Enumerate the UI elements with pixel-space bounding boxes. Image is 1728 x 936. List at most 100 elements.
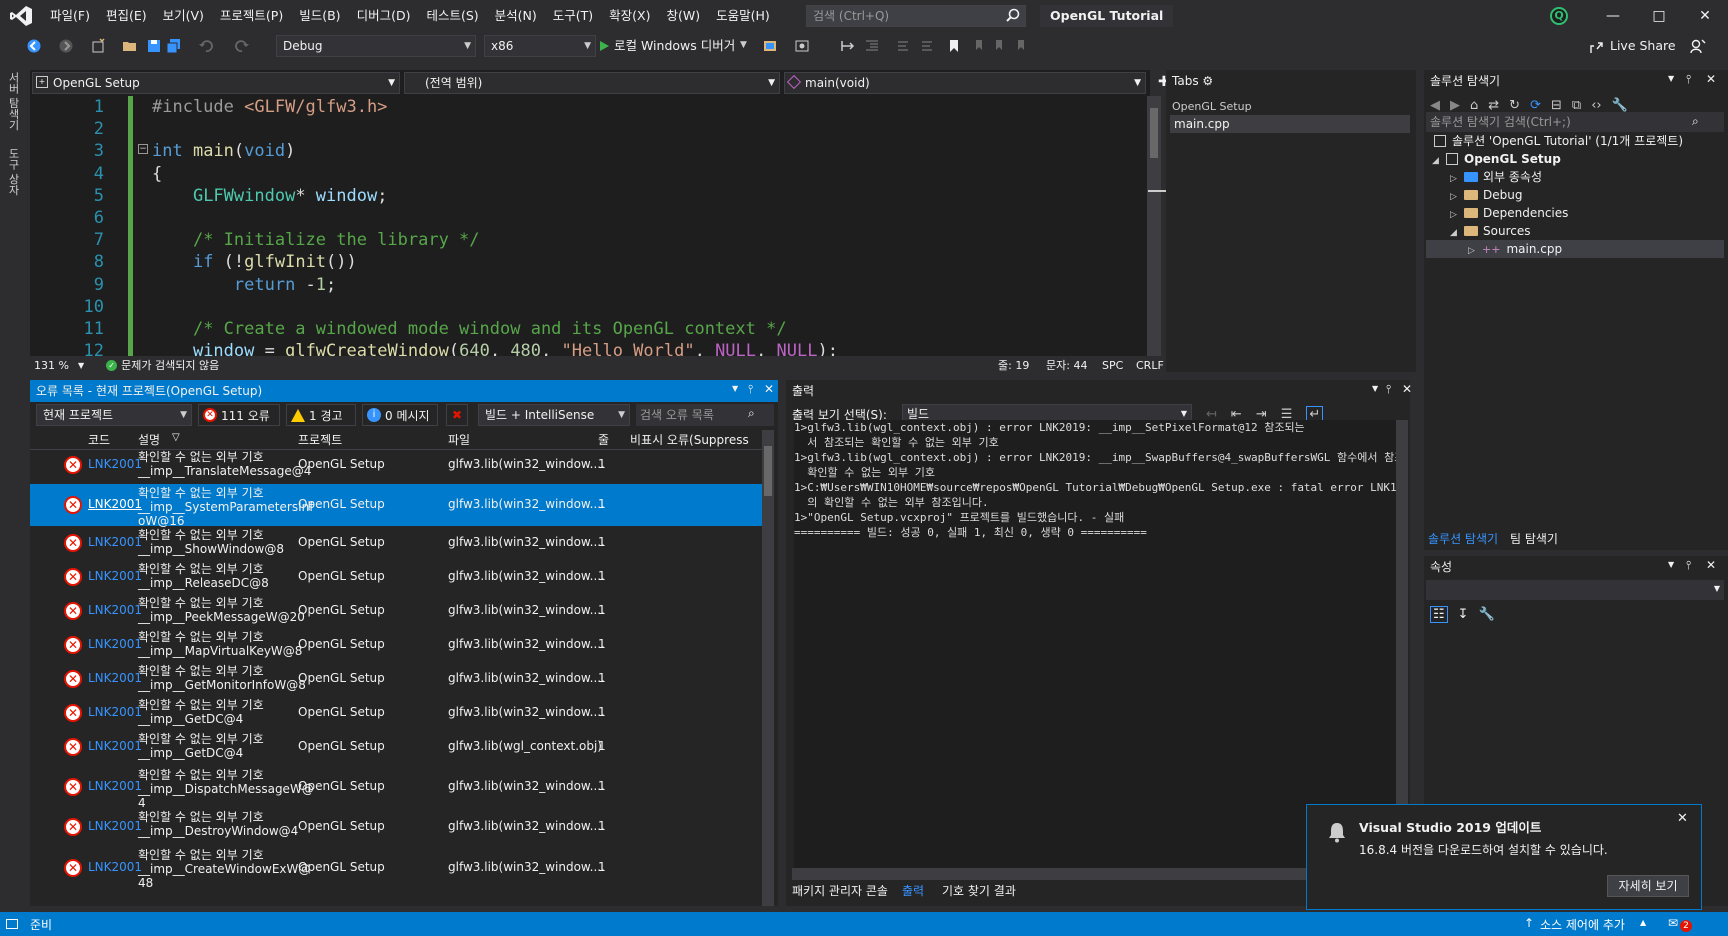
home-icon[interactable]: ⌂	[1470, 98, 1478, 113]
error-row[interactable]: ✕ LNK2001 OpenGL Setup glfw3.lib(win32_wind…	[30, 594, 762, 628]
error-code-link[interactable]: LNK2001	[88, 457, 142, 471]
error-row[interactable]: ✕ LNK2001 OpenGL Setup glfw3.lib(win32_wind…	[30, 696, 762, 730]
uncomment-icon[interactable]	[918, 38, 934, 54]
redo-icon[interactable]	[234, 38, 250, 54]
error-code-link[interactable]: LNK2001	[88, 535, 142, 549]
line-indicator[interactable]: 줄: 19	[998, 357, 1029, 373]
close-window-button[interactable]: ✕	[1682, 0, 1728, 32]
error-row[interactable]: ✕ LNK2001 OpenGL Setup glfw3.lib(win32_wind…	[30, 526, 762, 560]
menu-help[interactable]: 도움말(H)	[708, 0, 778, 32]
chevron-down-icon[interactable]: ▼	[1668, 74, 1674, 83]
member-nav-select[interactable]: main(void) ▼	[784, 72, 1146, 94]
error-code-link[interactable]: LNK2001	[88, 739, 142, 753]
error-row[interactable]: ✕ LNK2001 OpenGL Setup glfw3.lib(win32_wind…	[30, 662, 762, 696]
tab-team-explorer[interactable]: 팀 탐색기	[1510, 530, 1558, 547]
pin-icon[interactable]: ⫯	[1686, 558, 1691, 573]
solution-platform-select[interactable]: x86 ▼	[484, 35, 596, 57]
error-list-scrollbar[interactable]	[762, 430, 774, 906]
menu-file[interactable]: 파일(F)	[42, 0, 98, 32]
error-row[interactable]: ✕ LNK2001 OpenGL Setup glfw3.lib(wgl_contex…	[30, 730, 762, 764]
close-icon[interactable]: ✕	[1706, 72, 1716, 86]
whitespace-indicator[interactable]: SPC	[1102, 359, 1123, 372]
search-input[interactable]: 검색 (Ctrl+Q)	[806, 5, 1026, 27]
next-bookmark-icon[interactable]	[992, 38, 1008, 54]
menu-tools[interactable]: 도구(T)	[545, 0, 601, 32]
error-row[interactable]: ✕ LNK2001 OpenGL Setup glfw3.lib(win32_wind…	[30, 766, 762, 810]
collapse-icon[interactable]: −	[138, 144, 148, 154]
tree-item-external-dependencies[interactable]: ▷ 외부 종속성	[1450, 168, 1542, 186]
output-text[interactable]: 1>glfw3.lib(wgl_context.obj) : error LNK…	[794, 420, 1404, 870]
zoom-level[interactable]: 131 %	[34, 359, 78, 372]
scope-nav-select[interactable]: (전역 범위) ▼	[404, 72, 780, 94]
solution-search-input[interactable]: 솔루션 탐색기 검색(Ctrl+;)	[1426, 112, 1724, 132]
menu-window[interactable]: 창(W)	[658, 0, 708, 32]
error-code-link[interactable]: LNK2001	[88, 637, 142, 651]
error-code-link[interactable]: LNK2001	[88, 860, 142, 874]
save-icon[interactable]	[146, 38, 162, 54]
tree-item-debug[interactable]: ▷ Debug	[1450, 186, 1522, 204]
filter-build-errors-icon[interactable]: ✖	[446, 404, 468, 426]
error-source-select[interactable]: 빌드 + IntelliSense ▼	[478, 404, 630, 426]
error-row[interactable]: ✕ LNK2001 OpenGL Setup glfw3.lib(win32_wind…	[30, 448, 762, 482]
undo-icon[interactable]	[198, 38, 214, 54]
tab-find-symbol-results[interactable]: 기호 찾기 결과	[942, 882, 1016, 899]
pin-icon[interactable]: ⫯	[1386, 382, 1391, 397]
output-hscrollbar[interactable]	[792, 868, 1392, 880]
solution-configuration-select[interactable]: Debug ▼	[276, 35, 476, 57]
search-icon[interactable]: ⌕	[748, 406, 755, 421]
properties-wrench-icon[interactable]: 🔧	[1612, 98, 1628, 113]
refresh-icon[interactable]: ⟳	[1530, 98, 1541, 113]
issues-status[interactable]: 문제가 검색되지 않음	[121, 357, 219, 373]
scrollbar-thumb[interactable]	[1150, 108, 1158, 158]
menu-build[interactable]: 빌드(B)	[291, 0, 348, 32]
tab-item-main-cpp[interactable]: main.cpp	[1170, 115, 1410, 133]
notification-bell-icon[interactable]: ✉	[1668, 916, 1678, 930]
chevron-up-icon[interactable]: ▲	[1640, 918, 1646, 927]
menu-debug[interactable]: 디버그(D)	[349, 0, 419, 32]
forward-icon[interactable]	[58, 38, 74, 54]
output-scrollbar[interactable]	[1396, 420, 1408, 870]
close-icon[interactable]: ✕	[764, 382, 774, 396]
back-icon[interactable]: ◀	[1430, 98, 1440, 113]
menu-extensions[interactable]: 확장(X)	[601, 0, 658, 32]
project-nav-select[interactable]: + OpenGL Setup ▼	[32, 72, 400, 94]
gear-icon[interactable]: ⚙	[1202, 74, 1213, 88]
pin-icon[interactable]: ⫯	[748, 382, 753, 397]
collapse-all-icon[interactable]: ⊟	[1551, 98, 1562, 113]
collapsed-arrow-icon[interactable]: ▷	[1468, 242, 1482, 260]
error-code-link[interactable]: LNK2001	[88, 671, 142, 685]
clear-bookmarks-icon[interactable]	[1014, 38, 1030, 54]
toolbox-tab[interactable]: 도구 상자	[5, 148, 21, 196]
error-code-link[interactable]: LNK2001	[88, 779, 142, 793]
close-icon[interactable]: ✕	[1706, 558, 1716, 572]
error-scope-select[interactable]: 현재 프로젝트 ▼	[36, 404, 192, 426]
comment-icon[interactable]	[896, 38, 912, 54]
error-code-link[interactable]: LNK2001	[88, 603, 142, 617]
error-row[interactable]: ✕ LNK2001 OpenGL Setup glfw3.lib(win32_wind…	[30, 628, 762, 662]
column-indicator[interactable]: 문자: 44	[1046, 357, 1087, 373]
tab-output[interactable]: 출력	[902, 882, 924, 899]
chevron-down-icon[interactable]: ▼	[1372, 384, 1378, 393]
menu-edit[interactable]: 편집(E)	[98, 0, 155, 32]
column-code[interactable]: 코드	[88, 431, 110, 448]
error-row[interactable]: ✕ LNK2001 OpenGL Setup glfw3.lib(win32_wind…	[30, 560, 762, 594]
errors-filter-button[interactable]: ✕ 111 오류	[198, 404, 280, 426]
close-icon[interactable]: ✕	[1402, 382, 1412, 396]
menu-analyze[interactable]: 분석(N)	[487, 0, 545, 32]
menu-project[interactable]: 프로젝트(P)	[212, 0, 291, 32]
menu-view[interactable]: 보기(V)	[155, 0, 212, 32]
capture-icon[interactable]	[794, 38, 810, 54]
sync-icon[interactable]: ⇄	[1488, 98, 1499, 113]
project-node[interactable]: ◢ OpenGL Setup	[1432, 150, 1561, 168]
chevron-down-icon[interactable]: ▼	[732, 384, 738, 393]
pin-icon[interactable]: ⫯	[1686, 72, 1691, 87]
back-icon[interactable]	[26, 38, 42, 54]
close-icon[interactable]: ✕	[1677, 811, 1688, 826]
column-line[interactable]: 줄	[598, 431, 609, 448]
error-row[interactable]: ✕ LNK2001 OpenGL Setup glfw3.lib(win32_wind…	[30, 484, 762, 528]
new-project-icon[interactable]	[90, 38, 106, 54]
start-debugging-button[interactable]: 로컬 Windows 디버거	[596, 35, 735, 57]
forward-icon[interactable]: ▶	[1450, 98, 1460, 113]
column-suppression[interactable]: 비표시 오류(Suppress	[630, 431, 749, 448]
tree-item-sources[interactable]: ◢ Sources	[1450, 222, 1530, 240]
